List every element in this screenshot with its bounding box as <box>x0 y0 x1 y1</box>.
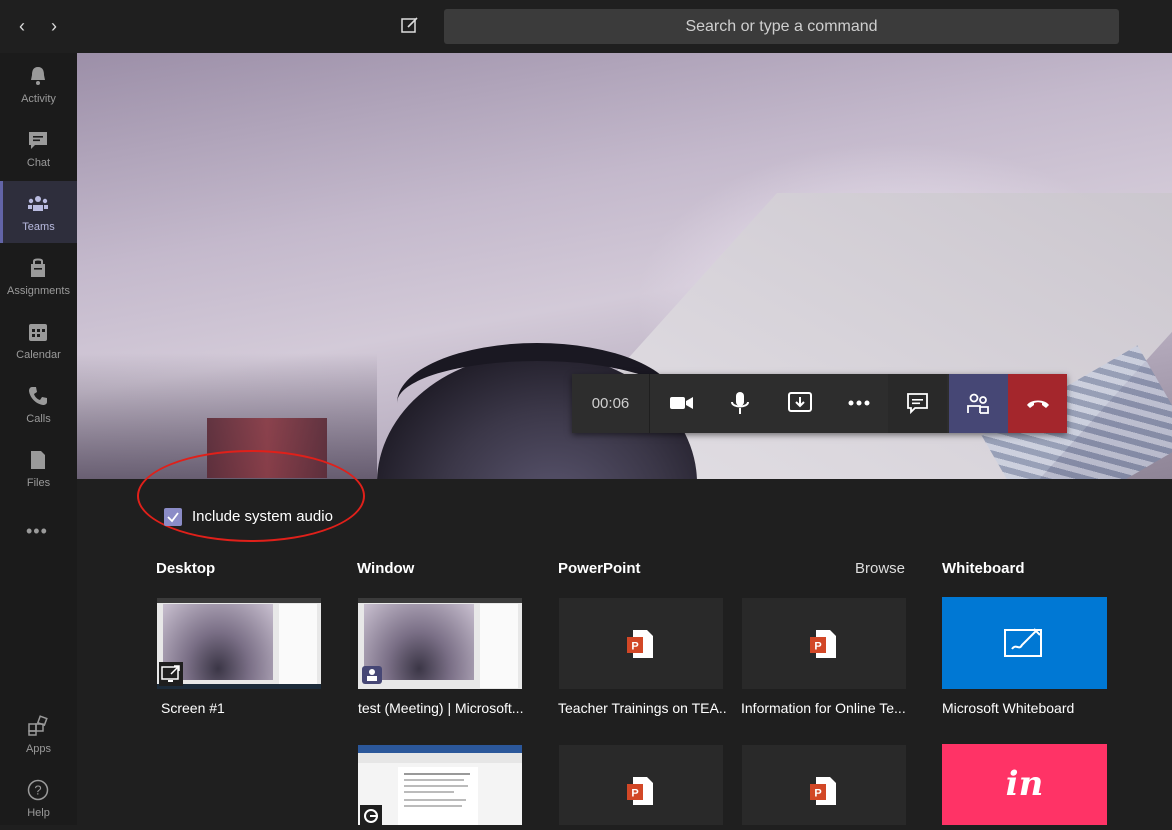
doc-ribbon <box>358 753 522 763</box>
powerpoint-file-icon: P <box>627 777 653 805</box>
section-window: Window <box>357 560 415 577</box>
video-camera-icon <box>670 397 693 409</box>
section-whiteboard: Whiteboard <box>942 560 1025 577</box>
hang-up-button[interactable] <box>1008 374 1067 433</box>
thumb-titlebar <box>157 598 321 603</box>
rail-label: Calendar <box>16 349 61 361</box>
window-document-tile[interactable] <box>358 745 522 825</box>
powerpoint-tile-1[interactable]: P <box>559 598 723 689</box>
powerpoint-tile-4[interactable]: P <box>742 745 906 825</box>
screen-1-label: Screen #1 <box>161 700 225 716</box>
rail-item-calls[interactable]: Calls <box>0 373 77 435</box>
rail-item-calendar[interactable]: Calendar <box>0 309 77 371</box>
help-icon: ? <box>27 779 49 801</box>
powerpoint-tile-3[interactable]: P <box>559 745 723 825</box>
powerpoint-tile-2[interactable]: P <box>742 598 906 689</box>
annotation-ellipse <box>137 450 365 542</box>
invision-tile[interactable]: in <box>942 744 1107 825</box>
rail-item-assignments[interactable]: Assignments <box>0 245 77 307</box>
camera-button[interactable] <box>652 374 711 433</box>
show-conversation-button[interactable] <box>888 374 947 433</box>
call-controls: 00:06 <box>572 374 1067 433</box>
phone-icon <box>29 387 47 405</box>
svg-text:P: P <box>814 641 821 653</box>
more-apps-icon[interactable]: ••• <box>26 521 48 542</box>
title-bar: ‹ › Search or type a command <box>0 0 1172 53</box>
rail-item-activity[interactable]: Activity <box>0 53 77 115</box>
include-system-audio-label: Include system audio <box>192 508 333 525</box>
rail-label: Files <box>26 477 51 489</box>
search-input[interactable]: Search or type a command <box>444 9 1119 44</box>
file-icon <box>31 451 45 469</box>
rail-label: Help <box>27 807 50 819</box>
mic-button[interactable] <box>711 374 770 433</box>
thumb-titlebar <box>358 598 522 603</box>
browse-link[interactable]: Browse <box>855 560 905 577</box>
rail-item-help[interactable]: ? Help <box>0 767 77 829</box>
teams-icon <box>28 196 48 211</box>
hang-up-icon <box>1027 400 1049 408</box>
assignments-bag-icon <box>31 258 45 277</box>
checkmark-icon <box>167 512 179 523</box>
rail-label: Apps <box>25 743 52 755</box>
calendar-icon <box>29 324 47 341</box>
participants-icon <box>967 393 989 414</box>
section-powerpoint: PowerPoint <box>558 560 641 577</box>
rail-item-chat[interactable]: Chat <box>0 117 77 179</box>
doc-titlebar <box>358 745 522 753</box>
rail-label: Calls <box>26 413 51 425</box>
powerpoint-label-2: Information for Online Te... <box>741 700 906 716</box>
screen-share-icon <box>159 662 183 686</box>
rail-label: Activity <box>21 93 56 105</box>
share-button[interactable] <box>770 374 829 433</box>
svg-text:P: P <box>814 788 821 800</box>
thumb-side-panel <box>279 604 317 688</box>
app-rail: Activity Chat Teams Assignments Calendar… <box>0 53 77 825</box>
more-actions-icon <box>848 400 870 406</box>
svg-text:P: P <box>631 641 638 653</box>
powerpoint-file-icon: P <box>627 630 653 658</box>
screen-1-tile[interactable] <box>157 598 321 689</box>
rail-item-files[interactable]: Files <box>0 437 77 499</box>
rail-label: Chat <box>26 157 51 169</box>
rail-item-teams[interactable]: Teams <box>0 181 77 243</box>
share-tray-icon <box>788 392 812 412</box>
rail-label: Teams <box>22 221 55 233</box>
whiteboard-icon <box>1004 628 1042 657</box>
powerpoint-file-icon: P <box>810 630 836 658</box>
compose-icon[interactable] <box>400 15 420 37</box>
rail-label: Assignments <box>7 285 70 297</box>
microsoft-whiteboard-label: Microsoft Whiteboard <box>942 700 1075 716</box>
svg-text:P: P <box>631 788 638 800</box>
forward-arrow-icon[interactable]: › <box>44 13 64 39</box>
doc-page <box>398 767 478 825</box>
svg-text:?: ? <box>34 783 41 798</box>
chat-icon <box>907 393 928 415</box>
powerpoint-file-icon: P <box>810 777 836 805</box>
show-participants-button[interactable] <box>949 374 1008 433</box>
window-meeting-label: test (Meeting) | Microsoft... <box>358 700 524 716</box>
thumb-side-panel <box>480 604 518 688</box>
call-timer: 00:06 <box>572 374 650 433</box>
include-system-audio-checkbox[interactable] <box>164 508 182 526</box>
section-desktop: Desktop <box>156 560 216 577</box>
back-arrow-icon[interactable]: ‹ <box>12 13 32 39</box>
rail-item-apps[interactable]: Apps <box>0 703 77 765</box>
invision-logo: in <box>1005 764 1044 804</box>
powerpoint-label-1: Teacher Trainings on TEA... <box>558 700 726 716</box>
window-meeting-tile[interactable] <box>358 598 522 689</box>
apps-icon <box>28 715 48 736</box>
chat-icon <box>29 132 47 149</box>
microsoft-whiteboard-tile[interactable] <box>942 597 1107 689</box>
bell-icon <box>31 67 45 85</box>
microphone-icon <box>731 392 749 414</box>
edge-browser-icon <box>360 805 382 825</box>
teams-app-icon <box>360 662 384 686</box>
more-actions-button[interactable] <box>829 374 888 433</box>
